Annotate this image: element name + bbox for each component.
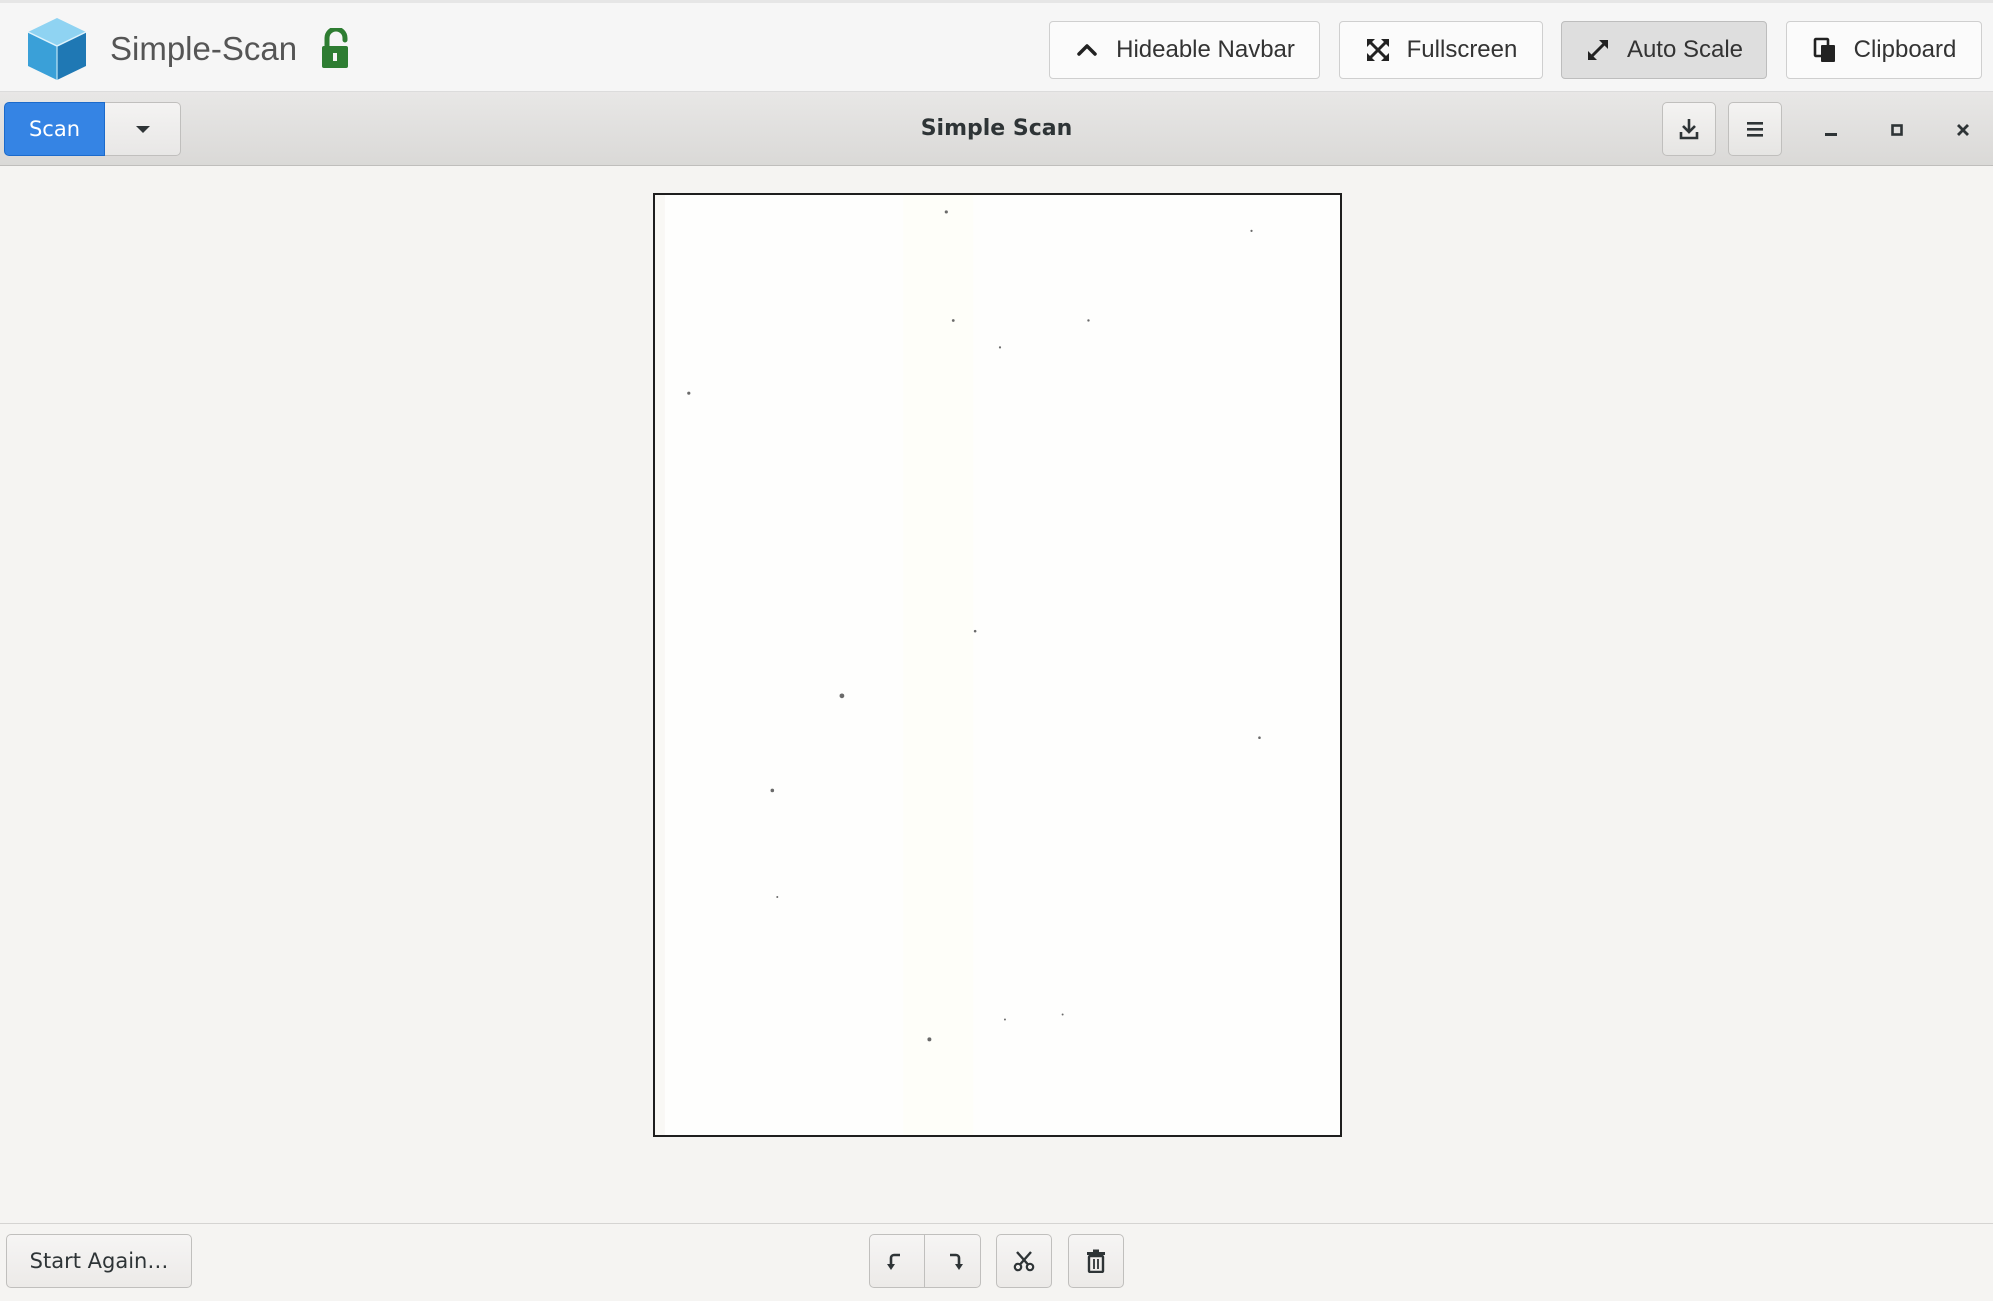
- rotate-left-icon: [887, 1253, 900, 1270]
- cube-logo-icon: [27, 18, 87, 80]
- fullscreen-button[interactable]: Fullscreen: [1339, 21, 1543, 79]
- rotate-left-button[interactable]: [869, 1234, 925, 1288]
- crop-scissors-icon: [1013, 1251, 1035, 1272]
- start-again-button[interactable]: Start Again…: [6, 1234, 192, 1288]
- expand-arrows-icon: [1366, 39, 1389, 61]
- scan-button[interactable]: Scan: [4, 102, 105, 156]
- delete-page-button[interactable]: [1068, 1234, 1124, 1288]
- minimize-icon: [1825, 133, 1837, 136]
- close-icon: [1957, 124, 1969, 136]
- header-bar: Scan: [0, 92, 1993, 166]
- chevron-up-icon: [1077, 44, 1097, 56]
- auto-scale-button[interactable]: Auto Scale: [1561, 21, 1767, 79]
- action-bar: Start Again…: [0, 1223, 1993, 1301]
- scan-options-dropdown[interactable]: [105, 102, 181, 156]
- rotate-button-group: [869, 1234, 981, 1288]
- rotate-right-button[interactable]: [925, 1234, 981, 1288]
- diagonal-resize-icon: [1587, 40, 1608, 60]
- clipboard-copy-icon: [1813, 37, 1835, 62]
- maximize-button[interactable]: [1877, 110, 1917, 150]
- auto-scale-label: Auto Scale: [1626, 36, 1744, 63]
- clipboard-button[interactable]: Clipboard: [1786, 21, 1982, 79]
- fullscreen-label: Fullscreen: [1406, 36, 1518, 63]
- scanned-page[interactable]: [653, 193, 1342, 1137]
- unlocked-padlock-icon[interactable]: [319, 28, 353, 70]
- crop-button[interactable]: [996, 1234, 1052, 1288]
- hamburger-menu-icon: [1747, 122, 1763, 137]
- close-button[interactable]: [1943, 110, 1983, 150]
- hideable-navbar-label: Hideable Navbar: [1116, 36, 1295, 63]
- save-button[interactable]: [1662, 102, 1716, 156]
- app-title: Simple-Scan: [110, 30, 298, 67]
- main-menu-button[interactable]: [1728, 102, 1782, 156]
- scan-button-group: Scan: [4, 102, 181, 156]
- clipboard-label: Clipboard: [1853, 36, 1957, 63]
- app-navbar: Simple-Scan Hideable Navbar Fullscreen A…: [0, 0, 1993, 92]
- chevron-down-icon: [135, 126, 150, 133]
- delete-trash-icon: [1087, 1249, 1105, 1273]
- rotate-right-icon: [949, 1253, 963, 1270]
- download-save-icon: [1679, 119, 1699, 140]
- scanned-page-image: [655, 195, 1340, 1135]
- maximize-icon: [1891, 124, 1903, 136]
- document-view: [0, 166, 1993, 1223]
- minimize-button[interactable]: [1811, 110, 1851, 150]
- brand: Simple-Scan: [22, 13, 353, 85]
- hideable-navbar-button[interactable]: Hideable Navbar: [1049, 21, 1320, 79]
